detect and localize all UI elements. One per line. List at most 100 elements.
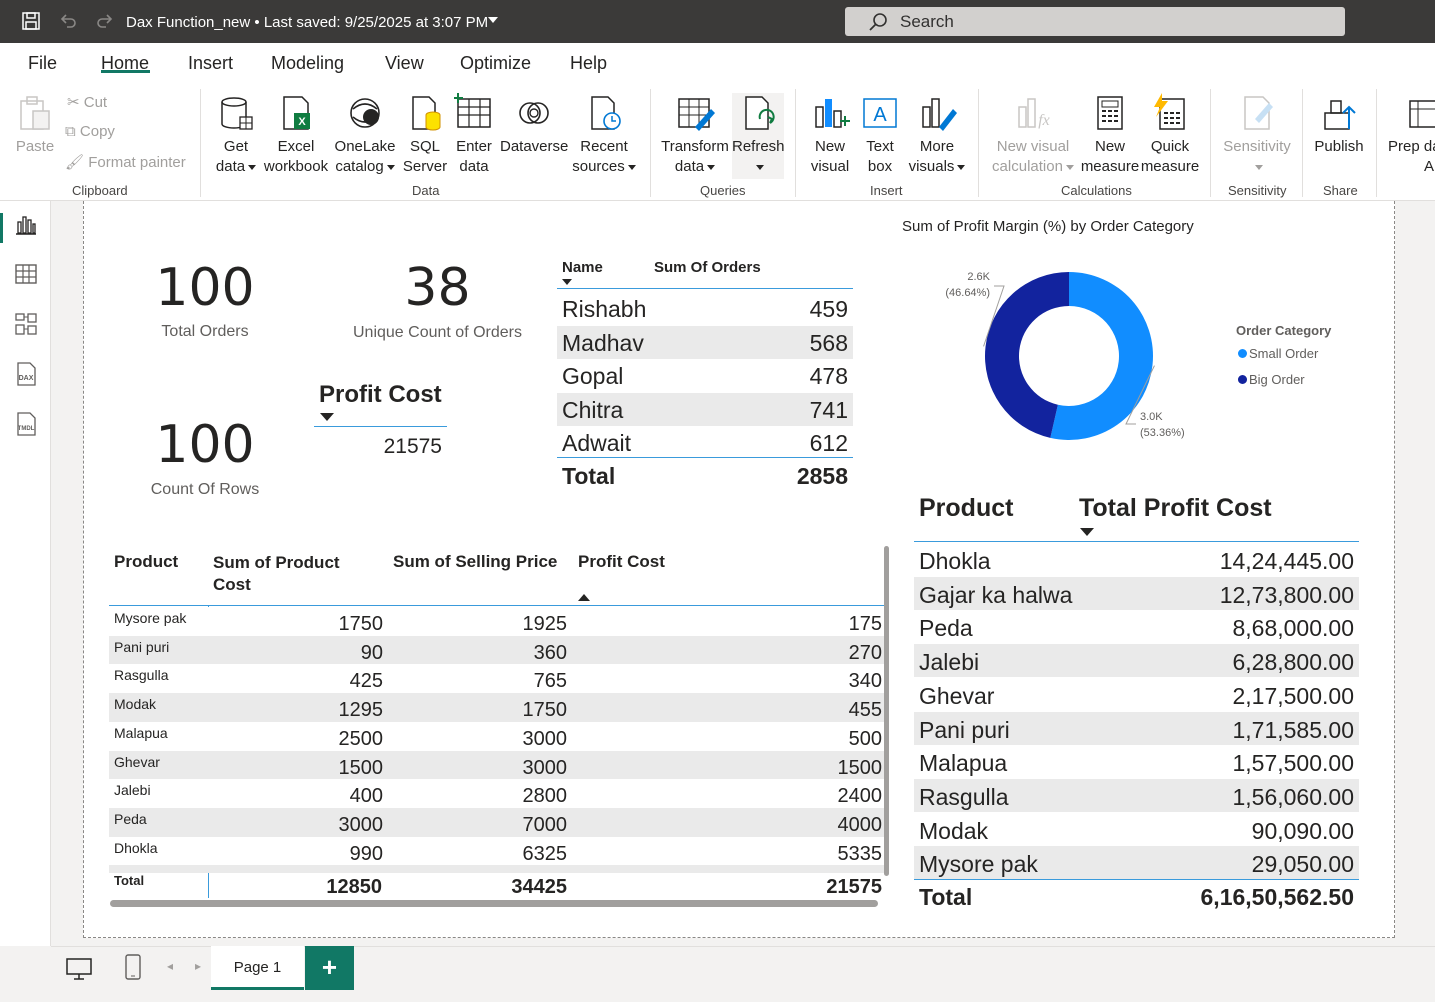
group-divider [200,89,201,197]
product-cell-cost: 90 [360,641,383,664]
product-cell-price: 3000 [522,727,568,750]
chevron-down-icon[interactable] [488,17,498,23]
table-row[interactable]: Peda 8,68,000.00 [914,610,1359,644]
paste-button[interactable]: Paste [14,93,56,157]
orders-cell-value: 478 [809,363,848,389]
model-view-icon[interactable] [13,311,39,337]
table-row[interactable]: Malapua 1,57,500.00 [914,745,1359,779]
table-row[interactable]: Modak 90,090.00 [914,812,1359,846]
tp-col-total[interactable]: Total Profit Cost [1079,494,1272,523]
sort-desc-icon[interactable] [1080,528,1094,536]
sensitivity-label: Sensitivity [1223,138,1291,155]
transform-data-button[interactable]: Transform data [660,93,730,177]
group-label-share: Share [1323,183,1358,198]
tp-col-product[interactable]: Product [919,494,1013,523]
table-row[interactable]: Dhokla 990 6325 5335 [109,836,884,866]
table-row[interactable]: Modak 1295 1750 455 [109,693,884,723]
table-row[interactable]: Rishabh 459 [557,292,853,325]
publish-button[interactable]: Publish [1312,93,1366,157]
table-row[interactable]: Rasgulla 425 765 340 [109,664,884,694]
sort-asc-icon[interactable] [578,594,590,601]
dax-query-view-icon[interactable]: DAX [13,361,39,387]
more-visuals-button[interactable]: More visuals [906,93,968,177]
cut-button[interactable]: ✂ Cut [67,93,107,111]
sensitivity-icon [1244,96,1273,130]
legend-item-big[interactable]: Big Order [1238,372,1305,387]
refresh-button[interactable]: Refresh [732,93,785,179]
sort-desc-icon[interactable] [320,413,334,421]
table-row[interactable]: Dhokla 14,24,445.00 [914,543,1359,576]
add-page-button[interactable]: + [305,946,354,990]
chevron-left-icon[interactable]: ◂ [167,959,173,973]
total-orders-label: Total Orders [161,323,249,340]
quick-measure-button[interactable]: Quick measure [1140,93,1200,177]
text-box-button[interactable]: A Text box [858,93,902,177]
new-measure-button[interactable]: New measure [1080,93,1140,177]
dataverse-button[interactable]: Dataverse [500,93,568,157]
copy-button[interactable]: ⧉ Copy [65,123,115,140]
page-tab-1[interactable]: Page 1 [211,946,304,990]
onelake-catalog-button[interactable]: OneLake catalog [334,93,396,177]
enter-data-button[interactable]: Enter data [452,93,496,177]
legend-dot-big [1238,375,1247,384]
table-row[interactable]: Pani puri 90 360 270 [109,635,884,665]
vertical-scrollbar[interactable] [884,546,889,876]
table-row[interactable]: Jalebi 6,28,800.00 [914,644,1359,678]
table-view-icon[interactable] [13,261,39,287]
table-row[interactable]: Peda 3000 7000 4000 [109,807,884,837]
chevron-right-icon[interactable]: ▸ [195,959,201,973]
table-row[interactable]: Jalebi 400 2800 2400 [109,779,884,809]
tp-cell-value: 12,73,800.00 [1219,581,1354,608]
profit-cost-header[interactable]: Profit Cost [319,381,442,409]
table-row[interactable]: Mysore pak 29,050.00 [914,846,1359,880]
table-row[interactable]: Ghevar 1500 3000 1500 [109,750,884,780]
save-icon[interactable] [20,10,42,32]
tmdl-view-icon[interactable]: TMDL [13,411,39,437]
tab-help[interactable]: Help [570,53,607,74]
report-view-icon[interactable] [13,212,39,238]
get-data-button[interactable]: Get data [212,93,260,177]
tp-cell-product: Dhokla [919,548,991,574]
desktop-layout-icon[interactable] [65,957,93,981]
table-row[interactable]: Ghevar 2,17,500.00 [914,677,1359,711]
product-col-profit[interactable]: Profit Cost [578,552,665,572]
table-row[interactable]: Malapua 2500 3000 500 [109,721,884,751]
orders-col-name[interactable]: Name [562,259,603,276]
sql-server-button[interactable]: SQL Server [402,93,448,177]
save-status: Last saved: 9/25/2025 at 3:07 PM [263,14,489,31]
table-row[interactable]: Madhav 568 [557,325,853,359]
table-row[interactable]: Gopal 478 [557,359,853,392]
table-row[interactable]: Pani puri 1,71,585.00 [914,711,1359,745]
legend-item-small[interactable]: Small Order [1238,346,1318,361]
prep-data-button[interactable]: Prep da A [1388,93,1435,177]
table-row[interactable]: Gajar ka halwa 12,73,800.00 [914,576,1359,610]
format-painter-button[interactable]: 🖌 Format painter [65,153,186,171]
tab-file[interactable]: File [28,53,57,74]
tab-optimize[interactable]: Optimize [460,53,531,74]
horizontal-scrollbar[interactable] [110,900,878,907]
undo-icon[interactable] [57,10,79,32]
recent-sources-button[interactable]: Recent sources [572,93,636,177]
tab-modeling[interactable]: Modeling [271,53,344,74]
new-visual-calculation-button[interactable]: fx New visual calculation [988,93,1078,177]
table-row[interactable]: Rasgulla 1,56,060.00 [914,778,1359,812]
get-data-label-2: data [215,158,246,175]
table-row[interactable]: Chitra 741 [557,392,853,426]
product-col-cost[interactable]: Sum of Product Cost [213,552,363,596]
table-row[interactable]: Adwait 612 [557,426,853,459]
redo-icon[interactable] [94,10,116,32]
tab-view[interactable]: View [385,53,424,74]
product-col-price[interactable]: Sum of Selling Price [393,552,557,572]
table-row[interactable]: Mysore pak 1750 1925 175 [109,607,884,636]
product-cell-cost: 2500 [338,727,384,750]
tab-insert[interactable]: Insert [188,53,233,74]
document-title[interactable]: Dax Function_new • Last saved: 9/25/2025… [126,14,488,31]
orders-col-sum[interactable]: Sum Of Orders [654,259,761,276]
excel-workbook-button[interactable]: X Excel workbook [262,93,330,177]
sort-desc-icon[interactable] [562,279,572,285]
search-box[interactable]: Search [845,7,1345,36]
product-col-product[interactable]: Product [114,552,178,572]
new-visual-button[interactable]: New visual [806,93,854,177]
mobile-layout-icon[interactable] [123,953,143,981]
sensitivity-button[interactable]: Sensitivity [1220,93,1294,177]
